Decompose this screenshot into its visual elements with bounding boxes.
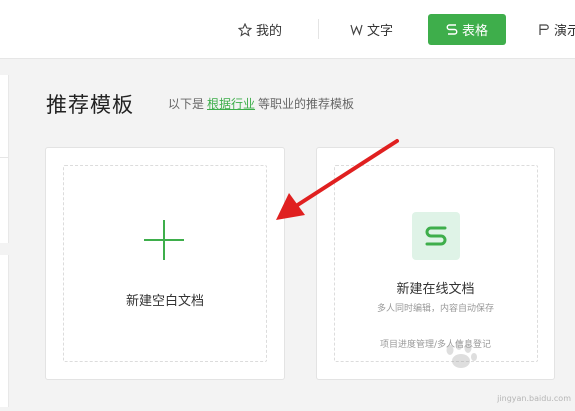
nav-sheet-tab[interactable]: 表格 [428,14,506,45]
nav-mine-tab[interactable]: 我的 [238,14,282,45]
watermark-text: jingyan.baidu.com [497,394,571,403]
star-icon [238,22,252,37]
industry-link[interactable]: 根据行业 [207,97,255,111]
p-slides-icon [539,24,549,35]
card-dashed-border [63,165,267,362]
section-subtitle-prefix: 以下是 [168,97,205,111]
w-doc-icon [350,24,363,36]
nav-divider [318,19,319,39]
nav-slides-tab[interactable]: 演示 [538,14,575,45]
s-sheet-icon [446,24,458,35]
sidebar-gap [0,243,9,255]
s-sheet-icon [412,212,460,260]
new-online-doc-title: 新建在线文档 [396,282,475,297]
nav-doc-label: 文字 [367,24,394,39]
section-subtitle: 以下是 根据行业 等职业的推荐模板 [168,95,354,112]
section-subtitle-suffix: 等职业的推荐模板 [258,97,355,111]
nav-slides-label: 演示 [554,24,575,39]
top-bar: 我的 文字 表格 演示 [0,0,575,59]
section-title: 推荐模板 [46,93,134,117]
nav-sheet-label: 表格 [461,24,488,39]
sidebar-divider [0,157,8,158]
left-sidebar-panel [0,75,9,407]
nav-doc-tab[interactable]: 文字 [350,14,393,45]
new-online-doc-desc: 多人同时编辑，内容自动保存 [376,304,494,314]
plus-icon [144,220,184,260]
new-online-doc-card[interactable]: 新建在线文档 多人同时编辑，内容自动保存 项目进度管理/多人信息登记 [316,147,555,380]
new-online-doc-tags: 项目进度管理/多人信息登记 [379,340,492,350]
new-blank-doc-card[interactable]: 新建空白文档 [45,147,285,380]
card-dashed-border [334,165,538,362]
new-blank-doc-label: 新建空白文档 [125,294,204,309]
nav-mine-label: 我的 [256,24,283,39]
